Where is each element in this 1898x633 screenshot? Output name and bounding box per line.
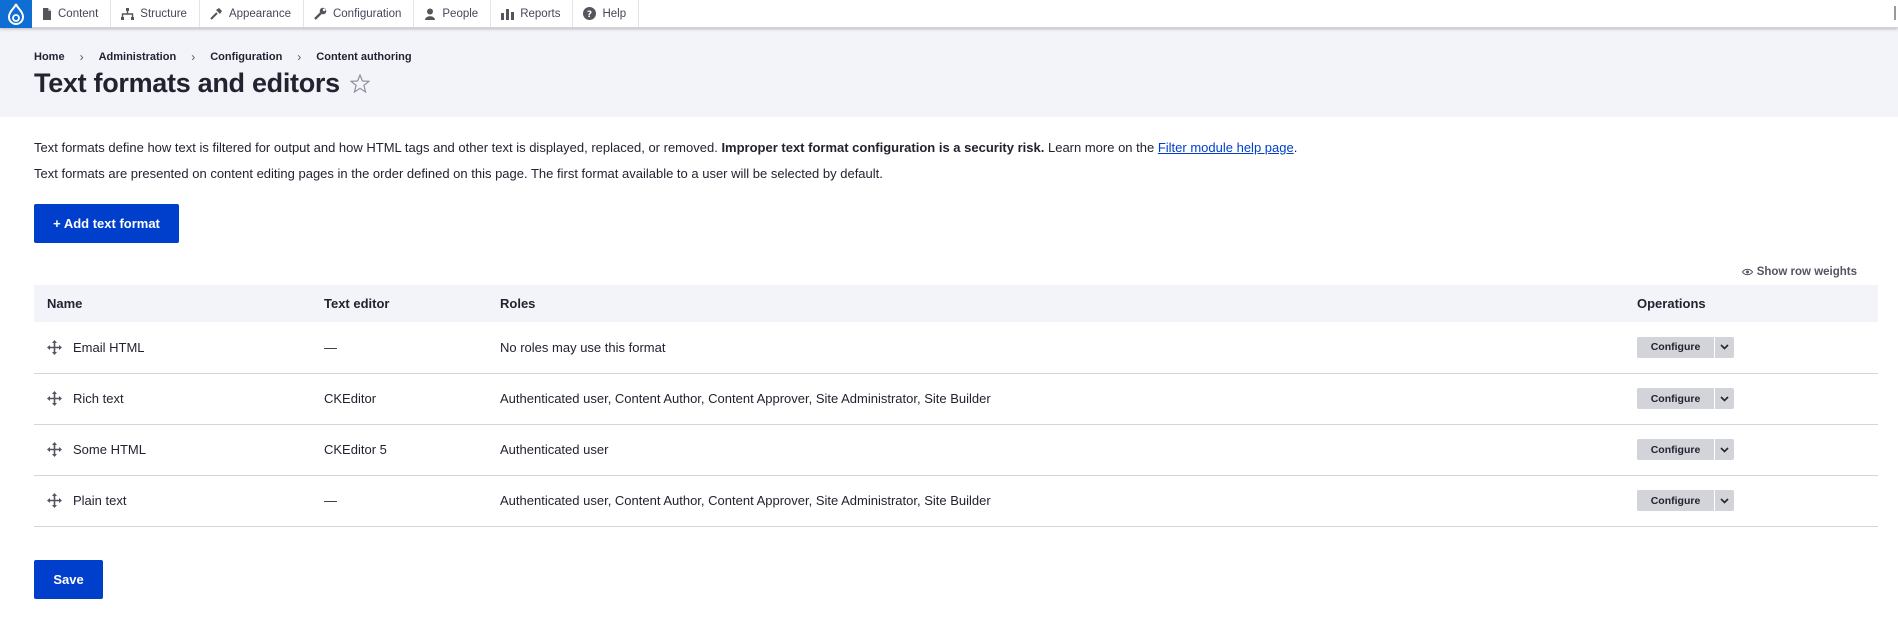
toolbar-item-reports[interactable]: Reports — [491, 0, 574, 27]
drupal-logo-icon[interactable] — [0, 0, 32, 28]
table-row: Rich text CKEditor Authenticated user, C… — [34, 373, 1878, 425]
page-header: Home › Administration › Configuration › … — [0, 28, 1898, 117]
description-period: . — [1293, 140, 1298, 155]
column-header-text-editor: Text editor — [311, 285, 487, 322]
chevron-down-icon — [1720, 395, 1729, 402]
weights-row: Show row weights — [34, 264, 1864, 280]
svg-text:?: ? — [587, 10, 592, 20]
add-text-format-button[interactable]: + Add text format — [34, 204, 179, 243]
text-formats-table: Name Text editor Roles Operations Email … — [34, 285, 1878, 527]
toolbar-item-people[interactable]: People — [414, 0, 492, 27]
toolbar-item-appearance[interactable]: Appearance — [200, 0, 304, 27]
chevron-down-icon — [1720, 446, 1729, 453]
format-name: Some HTML — [73, 442, 146, 457]
file-icon — [43, 7, 51, 20]
configure-button[interactable]: Configure — [1637, 490, 1714, 511]
column-header-operations: Operations — [1624, 285, 1878, 322]
description-line-2: Text formats are presented on content ed… — [34, 166, 883, 181]
breadcrumb-separator: › — [191, 50, 196, 64]
text-editor-cell: — — [311, 475, 487, 527]
operations-dropdown-toggle[interactable] — [1715, 388, 1734, 409]
breadcrumb-content-authoring[interactable]: Content authoring — [316, 51, 411, 63]
table-header-row: Name Text editor Roles Operations — [34, 285, 1878, 322]
toolbar-label: Structure — [140, 7, 187, 20]
roles-cell: No roles may use this format — [487, 322, 1624, 374]
chevron-down-icon — [1720, 497, 1729, 504]
operations-dropdown-toggle[interactable] — [1715, 490, 1734, 511]
format-name: Rich text — [73, 391, 124, 406]
show-row-weights-button[interactable]: Show row weights — [1741, 264, 1857, 280]
title-row: Text formats and editors — [34, 68, 1864, 99]
toolbar-item-structure[interactable]: Structure — [111, 0, 200, 27]
table-row: Plain text — Authenticated user, Content… — [34, 475, 1878, 527]
drag-handle-icon[interactable] — [47, 493, 62, 508]
breadcrumb-home[interactable]: Home — [34, 51, 65, 63]
toolbar-item-help[interactable]: ? Help — [573, 0, 640, 27]
toolbar-label: Configuration — [332, 7, 402, 20]
configure-button[interactable]: Configure — [1637, 388, 1714, 409]
person-icon — [425, 8, 436, 20]
column-header-roles: Roles — [487, 285, 1624, 322]
toolbar-label: Content — [58, 7, 99, 20]
roles-cell: Authenticated user, Content Author, Cont… — [487, 373, 1624, 425]
drag-handle-icon[interactable] — [47, 339, 62, 355]
drag-handle-icon[interactable] — [47, 391, 62, 406]
toolbar-label: Help — [602, 7, 627, 20]
text-editor-cell: CKEditor 5 — [311, 424, 487, 476]
sitemap-icon — [121, 7, 135, 20]
description-line-1: Text formats define how text is filtered… — [34, 139, 1864, 156]
bar-chart-icon — [501, 8, 515, 20]
configure-button[interactable]: Configure — [1637, 439, 1714, 460]
operations-dropdown-toggle[interactable] — [1715, 439, 1734, 460]
toolbar-toggle-handle[interactable] — [1894, 6, 1896, 20]
save-button[interactable]: Save — [34, 559, 103, 599]
breadcrumb-administration[interactable]: Administration — [99, 51, 177, 63]
breadcrumb: Home › Administration › Configuration › … — [34, 50, 1864, 64]
roles-cell: Authenticated user, Content Author, Cont… — [487, 475, 1624, 527]
table-row: Email HTML — No roles may use this forma… — [34, 322, 1878, 374]
breadcrumb-separator: › — [79, 50, 84, 64]
breadcrumb-separator: › — [297, 50, 302, 64]
drag-handle-icon[interactable] — [47, 442, 62, 457]
toolbar-item-configuration[interactable]: Configuration — [304, 0, 415, 27]
configure-button[interactable]: Configure — [1637, 336, 1714, 358]
toolbar-label: People — [442, 7, 479, 20]
toolbar-label: Reports — [520, 7, 561, 20]
filter-help-link[interactable]: Filter module help page — [1158, 140, 1294, 155]
show-row-weights-label: Show row weights — [1756, 266, 1857, 278]
toolbar-label: Appearance — [228, 7, 291, 20]
format-name: Plain text — [73, 493, 127, 508]
brush-icon — [210, 7, 222, 20]
toolbar-item-content[interactable]: Content — [32, 0, 112, 27]
admin-toolbar: Content Structure Appearance Configurati… — [0, 0, 1898, 28]
security-warning: Improper text format configuration is a … — [721, 140, 1045, 155]
chevron-down-icon — [1720, 344, 1729, 350]
roles-cell: Authenticated user — [487, 424, 1624, 476]
learn-more-text: Learn more on the — [1047, 140, 1155, 155]
description-text: Text formats define how text is filtered… — [34, 140, 718, 155]
star-outline-icon[interactable] — [349, 74, 370, 93]
format-name: Email HTML — [73, 339, 145, 355]
wrench-icon — [314, 7, 327, 20]
operations-dropdown-toggle[interactable] — [1715, 336, 1734, 358]
page-title: Text formats and editors — [34, 68, 340, 98]
breadcrumb-configuration[interactable]: Configuration — [210, 51, 282, 63]
eye-icon — [1741, 268, 1753, 276]
main-content: Text formats define how text is filtered… — [0, 117, 1898, 599]
text-editor-cell: — — [311, 322, 487, 374]
help-icon: ? — [583, 7, 597, 20]
column-header-name: Name — [34, 285, 311, 322]
table-row: Some HTML CKEditor 5 Authenticated user … — [34, 424, 1878, 476]
text-editor-cell: CKEditor — [311, 373, 487, 425]
